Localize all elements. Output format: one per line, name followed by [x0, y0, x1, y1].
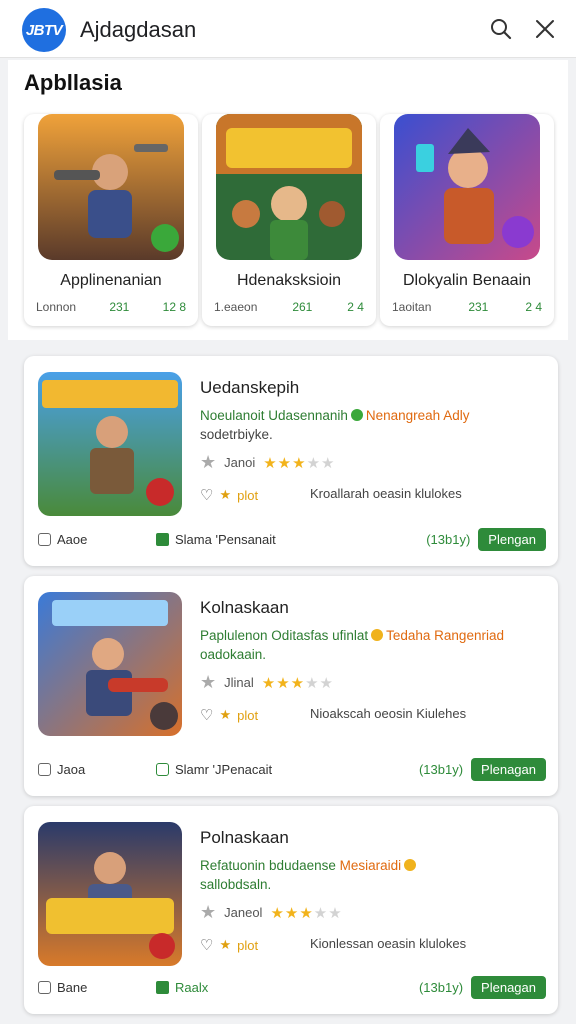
- star-icon: ★: [200, 902, 217, 922]
- install-button[interactable]: Plenagan: [471, 975, 546, 999]
- app-title: Ajdagdasan: [80, 17, 197, 42]
- app-name: Hdenaksksioin: [236, 272, 342, 289]
- tag-label: Aaoe: [38, 532, 156, 547]
- app-description: Paplulenon Oditasfas ufinlat Tedaha Range…: [200, 628, 504, 662]
- status-label: Raalx: [156, 980, 208, 995]
- heart-icon: ♡: [200, 707, 214, 724]
- extra-info: Kroallarah oeasin klulokes: [310, 486, 462, 501]
- rating-stars: ★★★★★: [261, 674, 335, 692]
- favorite-plot[interactable]: ♡ ★ plot: [200, 936, 258, 954]
- app-thumbnail: [38, 114, 184, 260]
- app-name: Dlokyalin Benaain: [402, 272, 532, 289]
- status-label: Slama 'Pensanait: [156, 532, 276, 547]
- app-card[interactable]: Applinenanian Lonnon 231 12 8: [24, 114, 198, 326]
- download-count: (13b1y): [418, 761, 464, 777]
- status-dot: [371, 629, 384, 641]
- app-meta: Lonnon 231 12 8: [36, 300, 186, 314]
- app-thumbnail: [38, 372, 182, 516]
- square-icon: [38, 532, 51, 546]
- square-icon: [38, 762, 51, 776]
- extra-info: Nioakscah oeosin Kiulehes: [310, 706, 467, 721]
- search-icon[interactable]: [488, 16, 514, 42]
- tag-label: Jaoa: [38, 762, 156, 777]
- rating-stars: ★★★★★: [270, 904, 343, 922]
- install-button[interactable]: Plengan: [478, 527, 546, 551]
- download-count: (13b1y): [418, 979, 464, 995]
- app-logo: JBTV: [22, 8, 66, 52]
- rating-stars: ★★★★★: [263, 454, 336, 472]
- play-icon: [156, 532, 169, 546]
- square-icon: [156, 762, 169, 776]
- app-description: Refatuonin bdudaense Mesiaraidi sallobds…: [200, 856, 540, 894]
- extra-info: Kionlessan oeasin klulokes: [310, 936, 467, 951]
- star-icon: ★: [200, 452, 217, 472]
- app-title: Uedanskepih: [200, 378, 300, 397]
- app-meta: 1.eaeon 261 2 4: [214, 300, 364, 314]
- status-dot: [350, 409, 363, 421]
- app-title: Kolnaskaan: [200, 598, 289, 617]
- app-thumbnail: [38, 592, 182, 736]
- status-dot: [404, 859, 417, 871]
- app-thumbnail: [38, 822, 182, 966]
- favorite-plot[interactable]: ♡ ★ plot: [200, 486, 258, 504]
- rating: ★ Janeol ★★★★★: [200, 902, 343, 922]
- app-thumbnail: [394, 114, 540, 260]
- close-icon[interactable]: [532, 16, 558, 42]
- square-icon: [38, 980, 51, 994]
- app-card[interactable]: Dlokyalin Benaain 1aoitan 231 2 4: [380, 114, 554, 326]
- top-bar: JBTV Ajdagdasan: [0, 0, 576, 58]
- download-count: (13b1y): [426, 531, 471, 547]
- item-footer: Bane Raalx (13b1y) Plenagan: [38, 975, 546, 999]
- section-title: Apbllasia: [24, 70, 122, 95]
- tag-label: Bane: [38, 980, 156, 995]
- item-footer: Aaoe Slama 'Pensanait (13b1y) Plengan: [38, 527, 546, 551]
- featured-section: Apbllasia Applinenanian Lonnon 231 12 8: [8, 60, 568, 340]
- check-icon: [156, 980, 169, 994]
- rating: ★ Janoi ★★★★★: [200, 452, 336, 472]
- app-name: Applinenanian: [60, 272, 162, 289]
- favorite-plot[interactable]: ♡ ★ plot: [200, 706, 258, 724]
- heart-icon: ♡: [200, 937, 214, 954]
- app-meta: 1aoitan 231 2 4: [392, 300, 542, 314]
- app-title: Polnaskaan: [200, 828, 289, 847]
- app-list-item[interactable]: Polnaskaan Refatuonin bdudaense Mesiarai…: [24, 806, 558, 1014]
- install-button[interactable]: Plenagan: [471, 757, 546, 781]
- app-thumbnail: [216, 114, 362, 260]
- app-list-item[interactable]: Kolnaskaan Paplulenon Oditasfas ufinlat T…: [24, 576, 558, 796]
- app-list-item[interactable]: Uedanskepih Noeulanoit Udasennanih Nenang…: [24, 356, 558, 566]
- item-footer: Jaoa Slamr 'JPenacait (13b1y) Plenagan: [38, 757, 546, 781]
- heart-icon: ♡: [200, 487, 214, 504]
- app-card[interactable]: Hdenaksksioin 1.eaeon 261 2 4: [202, 114, 376, 326]
- status-label: Slamr 'JPenacait: [156, 762, 272, 777]
- rating: ★ Jlinal ★★★★★: [200, 672, 335, 692]
- star-icon: ★: [200, 672, 217, 692]
- app-description: Noeulanoit Udasennanih Nenangreah Adly so…: [200, 408, 470, 442]
